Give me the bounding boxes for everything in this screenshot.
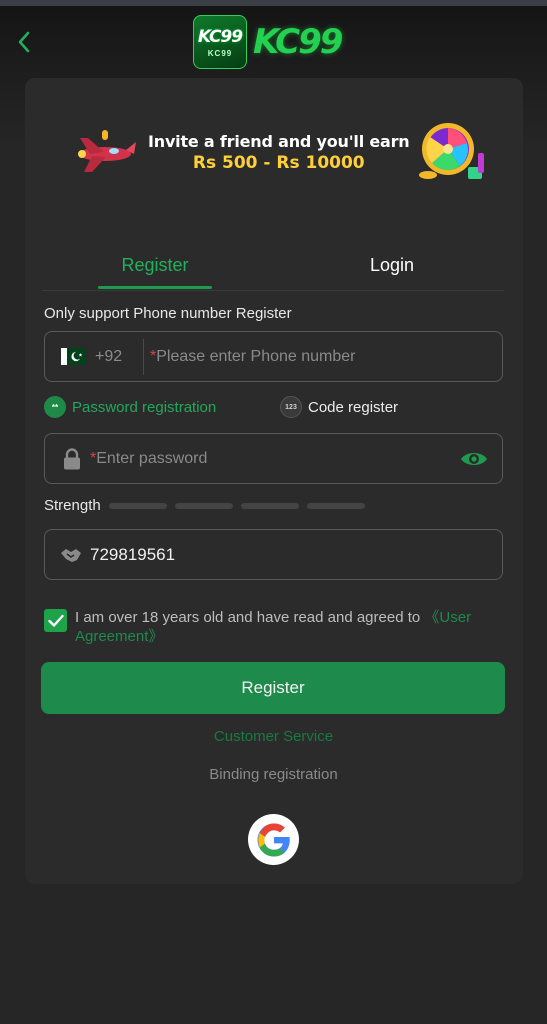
active-tab-indicator — [98, 286, 212, 289]
phone-field[interactable]: +92 *Please enter Phone number — [44, 331, 503, 382]
chevron-left-icon — [18, 31, 30, 53]
strength-bar — [306, 502, 365, 509]
strength-bar — [240, 502, 299, 509]
pakistan-flag-icon[interactable] — [61, 348, 86, 365]
code-register-option[interactable]: 123 Code register — [280, 396, 398, 418]
airplane-icon — [70, 128, 140, 178]
tab-login[interactable]: Login — [332, 240, 452, 290]
logo-text: KC99 — [253, 22, 343, 62]
eye-icon[interactable] — [460, 449, 488, 469]
password-option-label: Password registration — [72, 398, 217, 416]
tabs-divider — [42, 290, 504, 291]
banner-amount: Rs 500 - Rs 10000 — [192, 153, 365, 173]
phone-only-note: Only support Phone number Register — [44, 305, 292, 322]
tab-register[interactable]: Register — [98, 240, 212, 290]
handshake-icon — [60, 545, 82, 565]
phone-input[interactable]: *Please enter Phone number — [150, 348, 355, 366]
customer-service-link[interactable]: Customer Service — [0, 728, 547, 745]
country-code[interactable]: +92 — [95, 348, 143, 366]
strength-bar — [174, 502, 233, 509]
password-strength: Strength — [44, 497, 365, 514]
invite-code-value[interactable]: 729819561 — [90, 545, 175, 565]
banner-title: Invite a friend and you'll earn — [148, 132, 410, 151]
lock-icon — [63, 447, 81, 470]
password-option-icon: ** — [44, 396, 66, 418]
password-registration-option[interactable]: ** Password registration — [44, 396, 216, 418]
agreement-checkbox[interactable] — [44, 609, 67, 632]
field-divider — [143, 338, 144, 375]
kc99-logo: KC99 KC99 KC99 — [193, 14, 355, 70]
strength-label: Strength — [44, 497, 101, 514]
prize-wheel-icon — [412, 113, 492, 193]
agreement-text: I am over 18 years old and have read and… — [75, 608, 500, 646]
password-field[interactable]: *Enter password — [44, 433, 503, 484]
phone-placeholder: Please enter Phone number — [156, 347, 356, 365]
register-button[interactable]: Register — [41, 662, 505, 714]
google-login-button[interactable] — [248, 814, 299, 865]
binding-registration-label: Binding registration — [209, 766, 338, 783]
strength-bar — [108, 502, 167, 509]
checkmark-icon — [47, 614, 64, 627]
logo-badge-text: KC99 — [197, 26, 243, 47]
back-button[interactable] — [12, 30, 36, 54]
code-option-label: Code register — [308, 398, 399, 416]
google-icon — [257, 823, 290, 856]
invite-code-field[interactable]: 729819561 — [44, 529, 503, 580]
code-option-icon: 123 — [280, 396, 302, 418]
logo-badge: KC99 KC99 — [193, 15, 247, 69]
agreement-row: I am over 18 years old and have read and… — [44, 608, 504, 646]
logo-badge-sub: KC99 — [207, 48, 233, 58]
password-placeholder: Enter password — [96, 449, 208, 467]
invite-banner[interactable]: Invite a friend and you'll earn Rs 500 -… — [45, 105, 484, 200]
password-input[interactable]: *Enter password — [90, 450, 460, 468]
banner-text: Invite a friend and you'll earn Rs 500 -… — [148, 132, 410, 173]
auth-tabs: Register Login — [42, 240, 504, 292]
agreement-statement: I am over 18 years old and have read and… — [75, 609, 425, 626]
registration-options: ** Password registration 123 Code regist… — [44, 396, 504, 420]
